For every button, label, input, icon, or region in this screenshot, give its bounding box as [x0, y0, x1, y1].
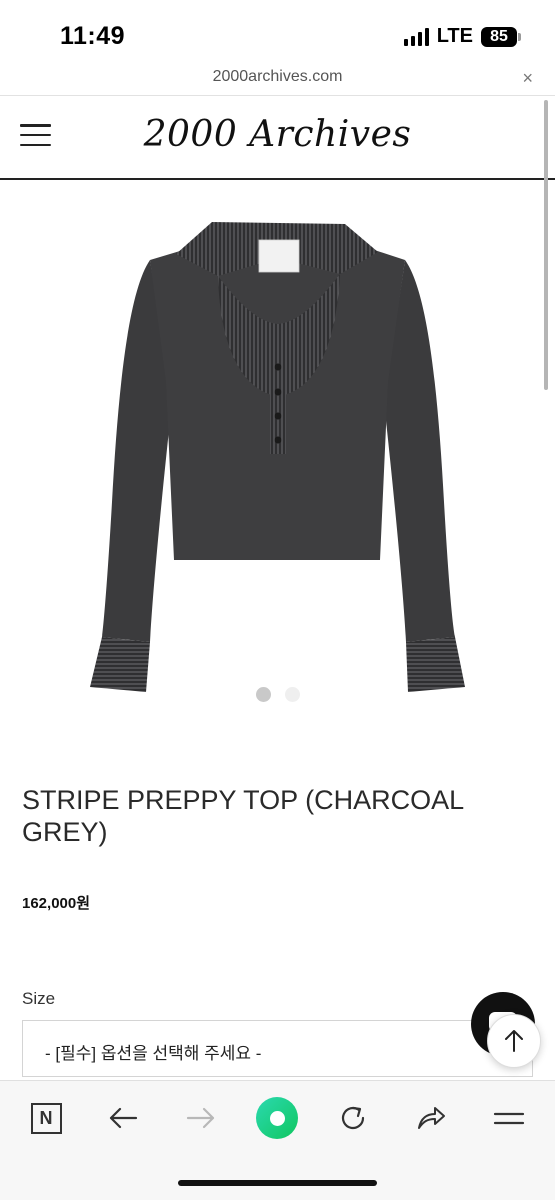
url-text[interactable]: 2000archives.com [0, 68, 555, 86]
carousel-dot-2[interactable] [284, 687, 300, 702]
forward-button[interactable] [178, 1095, 224, 1141]
menu-button[interactable] [486, 1095, 532, 1141]
size-option-placeholder: - [필수] 옵션을 선택해 주세요 - [45, 1044, 262, 1063]
share-button[interactable] [408, 1095, 454, 1141]
size-label: Size [22, 989, 56, 1008]
site-logo[interactable]: 2000 Archives [0, 114, 555, 155]
n-icon: N [30, 1102, 62, 1134]
menu-icon [493, 1112, 525, 1125]
close-icon[interactable]: × [522, 68, 533, 89]
home-indicator [178, 1180, 377, 1186]
carousel-dot-1[interactable] [255, 687, 271, 702]
carousel-dots [0, 687, 555, 702]
status-time: 11:49 [60, 22, 126, 50]
back-button[interactable] [100, 1095, 146, 1141]
garment-illustration [90, 222, 465, 692]
product-title: STRIPE PREPPY TOP (CHARCOAL GREY) [22, 785, 464, 847]
arrow-left-icon [109, 1107, 138, 1129]
scroll-to-top-button[interactable] [487, 1014, 541, 1068]
home-button[interactable] [254, 1095, 300, 1141]
network-type: LTE [436, 25, 473, 47]
arrow-up-icon [505, 1030, 523, 1052]
product-image[interactable] [0, 182, 555, 712]
size-option-select[interactable]: - [필수] 옵션을 선택해 주세요 - [22, 1020, 533, 1077]
arrow-right-icon [186, 1107, 215, 1129]
url-bar[interactable]: 2000archives.com × [0, 62, 555, 96]
reload-button[interactable] [330, 1095, 376, 1141]
site-header: 2000 Archives [0, 96, 555, 180]
product-price: 162,000원 [22, 895, 91, 912]
home-icon [256, 1097, 298, 1139]
status-indicators: LTE 85 [403, 25, 521, 48]
naver-button[interactable]: N [23, 1095, 69, 1141]
battery-icon: 85 [481, 26, 521, 47]
signal-icon [403, 27, 429, 46]
share-icon [418, 1107, 445, 1129]
status-bar: 11:49 LTE 85 [0, 0, 555, 62]
reload-icon [341, 1106, 365, 1130]
